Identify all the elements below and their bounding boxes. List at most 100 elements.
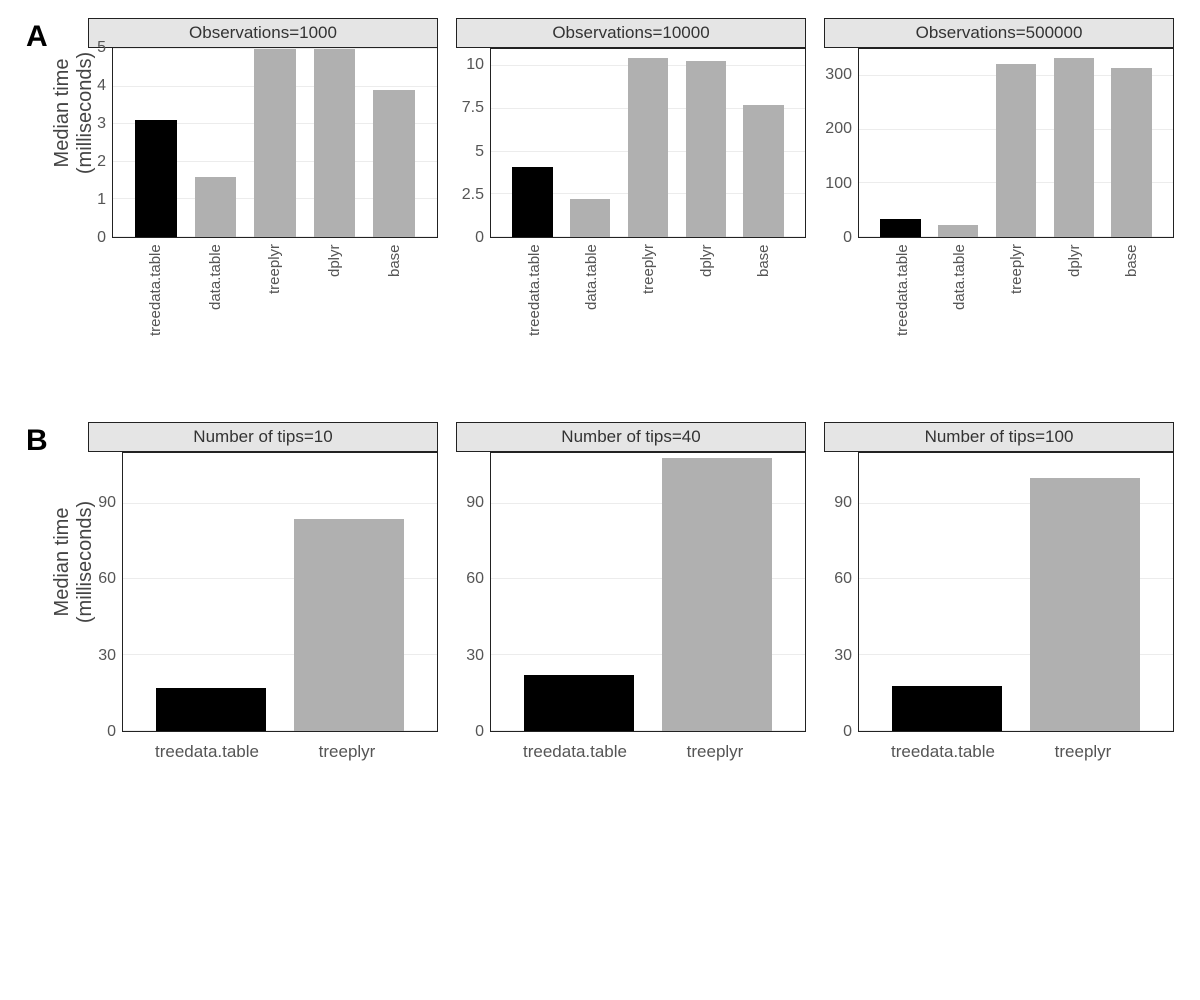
bar-treeplyr bbox=[294, 519, 405, 731]
x-tick-label: treeplyr bbox=[277, 742, 417, 762]
x-tick-label: treeplyr bbox=[1013, 742, 1153, 762]
x-tick-label: base bbox=[1123, 244, 1140, 364]
x-tick-label: dplyr bbox=[698, 244, 715, 364]
y-tick-label: 30 bbox=[98, 647, 116, 665]
x-axis-ticks: treedata.table data.table treeplyr dplyr bas… bbox=[860, 238, 1174, 364]
facet-strip: Number of tips=10 bbox=[88, 422, 438, 452]
y-tick-label: 0 bbox=[475, 229, 484, 247]
facet-a-3: Observations=500000 0100200300 treedata.… bbox=[824, 18, 1174, 364]
bar-treedata.table bbox=[156, 688, 267, 731]
bar-treedata.table bbox=[512, 167, 552, 237]
y-axis-ticks: 012345 bbox=[88, 48, 112, 238]
bar-treeplyr bbox=[628, 58, 668, 237]
panel-label-a: A bbox=[26, 18, 60, 54]
plot-area bbox=[112, 48, 438, 238]
plot-area bbox=[858, 452, 1174, 732]
bars bbox=[859, 49, 1173, 237]
x-tick-label: dplyr bbox=[326, 244, 343, 364]
x-tick-label: treedata.table bbox=[526, 244, 543, 364]
y-tick-label: 5 bbox=[475, 143, 484, 161]
y-tick-label: 0 bbox=[97, 229, 106, 247]
x-tick-label: treedata.table bbox=[894, 244, 911, 364]
x-tick-label: treedata.table bbox=[873, 742, 1013, 762]
y-tick-label: 0 bbox=[475, 723, 484, 741]
y-tick-label: 300 bbox=[825, 66, 852, 84]
x-tick-label: dplyr bbox=[1066, 244, 1083, 364]
y-axis-ticks: 0100200300 bbox=[824, 48, 858, 238]
bars bbox=[859, 453, 1173, 731]
bar-dplyr bbox=[1054, 58, 1094, 237]
bar-treeplyr bbox=[1030, 478, 1141, 731]
y-tick-label: 2 bbox=[97, 153, 106, 171]
bar-base bbox=[1111, 68, 1151, 237]
x-axis-ticks: treedata.tabletreeplyr bbox=[116, 732, 438, 762]
y-tick-label: 60 bbox=[466, 570, 484, 588]
x-tick-label: treedata.table bbox=[137, 742, 277, 762]
bar-base bbox=[743, 105, 783, 237]
y-tick-label: 90 bbox=[98, 494, 116, 512]
bar-treeplyr bbox=[662, 458, 773, 731]
x-tick-label: data.table bbox=[951, 244, 968, 364]
x-tick-label: treedata.table bbox=[505, 742, 645, 762]
y-tick-label: 0 bbox=[843, 229, 852, 247]
facet-strip: Number of tips=40 bbox=[456, 422, 806, 452]
bar-treedata.table bbox=[880, 219, 920, 237]
bar-dplyr bbox=[314, 49, 356, 237]
facet-a-2: Observations=10000 0 2.5 5 7.5 10 treedata.t… bbox=[456, 18, 806, 364]
y-axis-ticks: 02.557.510 bbox=[456, 48, 490, 238]
facet-b-3: Number of tips=100 0 30 60 90 treedata.tabl… bbox=[824, 422, 1174, 762]
bar-data.table bbox=[938, 225, 978, 237]
plot-area bbox=[490, 48, 806, 238]
panel-a: A Median time(milliseconds) Observations… bbox=[26, 18, 1174, 364]
facet-strip: Observations=10000 bbox=[456, 18, 806, 48]
y-tick-label: 30 bbox=[834, 647, 852, 665]
x-tick-label: treeplyr bbox=[645, 742, 785, 762]
y-tick-label: 60 bbox=[834, 570, 852, 588]
y-axis-ticks: 0306090 bbox=[824, 452, 858, 732]
y-axis-ticks: 0306090 bbox=[456, 452, 490, 732]
y-tick-label: 3 bbox=[97, 115, 106, 133]
x-tick-label: base bbox=[755, 244, 772, 364]
panel-b: B Median time(milliseconds) Number of ti… bbox=[26, 422, 1174, 762]
y-tick-label: 1 bbox=[97, 191, 106, 209]
y-tick-label: 100 bbox=[825, 175, 852, 193]
y-tick-label: 10 bbox=[466, 56, 484, 74]
bar-treeplyr bbox=[996, 64, 1036, 237]
x-tick-label: treeplyr bbox=[1008, 244, 1025, 364]
facet-strip: Observations=1000 bbox=[88, 18, 438, 48]
y-tick-label: 60 bbox=[98, 570, 116, 588]
y-tick-label: 90 bbox=[466, 494, 484, 512]
bar-data.table bbox=[570, 199, 610, 237]
x-axis-ticks: treedata.table data.table treeplyr dplyr bas… bbox=[492, 238, 806, 364]
facet-strip: Number of tips=100 bbox=[824, 422, 1174, 452]
bars bbox=[123, 453, 437, 731]
facet-b-2: Number of tips=40 0306090 treedata.table… bbox=[456, 422, 806, 762]
bars bbox=[113, 49, 437, 237]
y-tick-label: 0 bbox=[107, 723, 116, 741]
bar-dplyr bbox=[686, 61, 726, 237]
y-tick-label: 0 bbox=[843, 723, 852, 741]
bars bbox=[491, 453, 805, 731]
x-tick-label: treedata.table bbox=[147, 244, 164, 364]
y-tick-label: 2.5 bbox=[462, 186, 484, 204]
y-tick-label: 90 bbox=[834, 494, 852, 512]
y-tick-label: 5 bbox=[97, 39, 106, 57]
facet-b-1: Number of tips=10 0 30 60 90 treedata.table… bbox=[88, 422, 438, 762]
y-tick-label: 4 bbox=[97, 77, 106, 95]
y-axis-ticks: 0306090 bbox=[88, 452, 122, 732]
x-tick-label: treeplyr bbox=[640, 244, 657, 364]
x-axis-ticks: treedata.tabletreeplyr bbox=[484, 732, 806, 762]
x-tick-label: data.table bbox=[583, 244, 600, 364]
x-axis-ticks: treedata.tabledata.tabletreeplyrdplyrbas… bbox=[112, 238, 438, 364]
bar-treedata.table bbox=[524, 675, 635, 731]
bar-treeplyr bbox=[254, 49, 296, 237]
panel-label-b: B bbox=[26, 422, 60, 458]
x-tick-label: data.table bbox=[207, 244, 224, 364]
bar-base bbox=[373, 90, 415, 237]
x-tick-label: base bbox=[386, 244, 403, 364]
bars bbox=[491, 49, 805, 237]
y-tick-label: 7.5 bbox=[462, 99, 484, 117]
plot-area bbox=[490, 452, 806, 732]
x-axis-ticks: treedata.tabletreeplyr bbox=[852, 732, 1174, 762]
plot-area bbox=[122, 452, 438, 732]
